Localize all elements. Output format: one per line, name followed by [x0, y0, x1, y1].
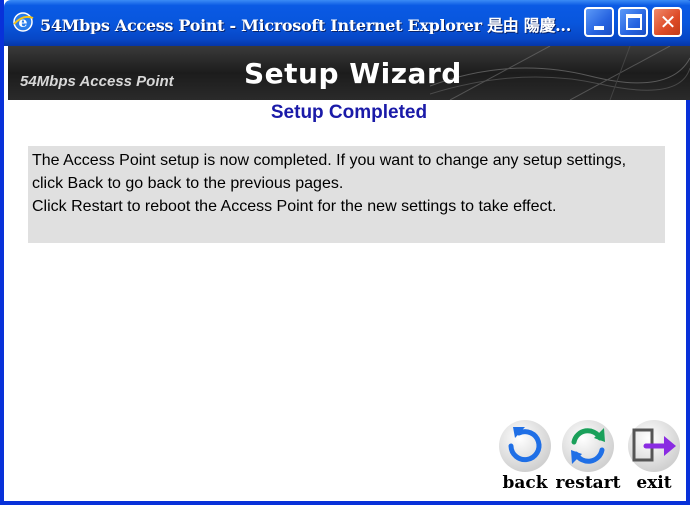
close-button[interactable]: ✕ — [652, 7, 682, 37]
minimize-button[interactable] — [584, 7, 614, 37]
page-title: Setup Completed — [270, 102, 428, 123]
banner-title: Setup Wizard — [244, 57, 462, 90]
message-line-back: The Access Point setup is now completed.… — [32, 152, 627, 192]
banner-product-name: 54Mbps Access Point — [20, 73, 174, 90]
restart-button[interactable]: restart — [555, 418, 621, 494]
exit-button[interactable]: exit — [624, 418, 684, 494]
banner-decoration — [430, 46, 690, 100]
maximize-button[interactable] — [618, 7, 648, 37]
exit-icon — [628, 420, 680, 472]
message-line-restart: Click Restart to reboot the Access Point… — [32, 198, 557, 215]
title-bar[interactable]: e 54Mbps Access Point - Microsoft Intern… — [4, 0, 690, 46]
back-icon — [499, 420, 551, 472]
completion-message: The Access Point setup is now completed.… — [28, 146, 665, 243]
window-title: 54Mbps Access Point - Microsoft Internet… — [40, 16, 571, 34]
back-button[interactable]: back — [495, 418, 555, 494]
browser-window: e 54Mbps Access Point - Microsoft Intern… — [0, 0, 690, 505]
restart-icon — [562, 420, 614, 472]
setup-wizard-banner: 54Mbps Access Point Setup Wizard — [8, 46, 690, 100]
minimize-icon — [594, 26, 604, 30]
close-icon: ✕ — [659, 10, 677, 34]
exit-label: exit — [636, 473, 672, 493]
maximize-icon — [626, 14, 642, 30]
internet-explorer-icon: e — [13, 12, 34, 32]
